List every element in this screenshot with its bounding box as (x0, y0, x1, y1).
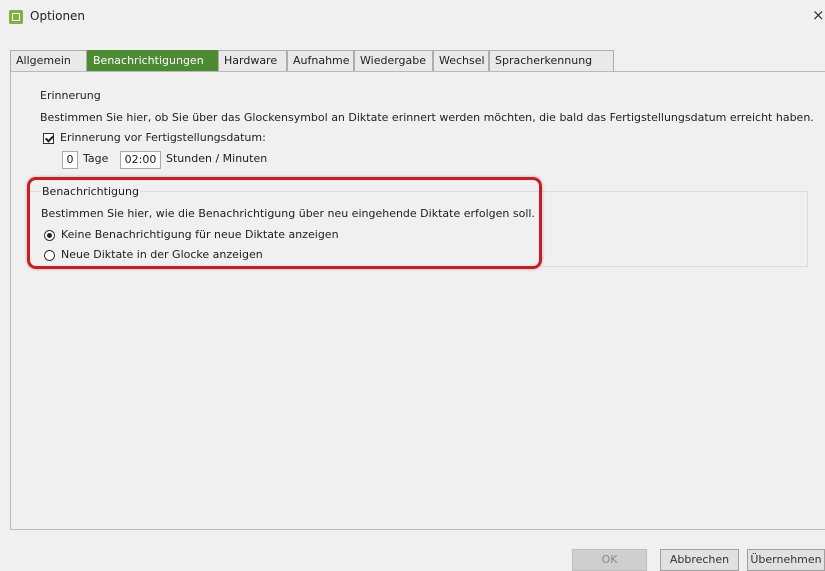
app-icon (9, 10, 23, 24)
cancel-button[interactable]: Abbrechen (660, 549, 739, 571)
tab-allgemein[interactable]: Allgemein (10, 50, 87, 71)
time-input[interactable]: 02:00 (120, 151, 161, 169)
tab-wiedergabe[interactable]: Wiedergabe (354, 50, 433, 71)
reminder-group: Erinnerung Bestimmen Sie hier, ob Sie üb… (28, 89, 818, 171)
reminder-checkbox[interactable] (43, 133, 54, 144)
tab-hardware[interactable]: Hardware (218, 50, 287, 71)
time-unit-label: Stunden / Minuten (166, 152, 268, 165)
days-unit-label: Tage (83, 152, 109, 165)
apply-button[interactable]: Übernehmen (747, 549, 825, 571)
reminder-description: Bestimmen Sie hier, ob Sie über das Gloc… (40, 111, 814, 124)
window-title: Optionen (30, 9, 86, 23)
title-bar: Optionen × (0, 0, 825, 40)
reminder-group-title: Erinnerung (40, 89, 101, 102)
ok-button[interactable]: OK (572, 549, 647, 571)
close-icon[interactable]: × (812, 6, 825, 24)
tab-spracherkennung[interactable]: Spracherkennung (489, 50, 614, 71)
tab-benachrichtigungen[interactable]: Benachrichtigungen (87, 50, 218, 71)
tab-aufnahme[interactable]: Aufnahme (287, 50, 354, 71)
highlight-annotation (27, 177, 542, 269)
reminder-checkbox-label[interactable]: Erinnerung vor Fertigstellungsdatum: (60, 131, 266, 144)
days-input[interactable]: 0 (62, 151, 78, 169)
tab-wechsel[interactable]: Wechsel (433, 50, 489, 71)
